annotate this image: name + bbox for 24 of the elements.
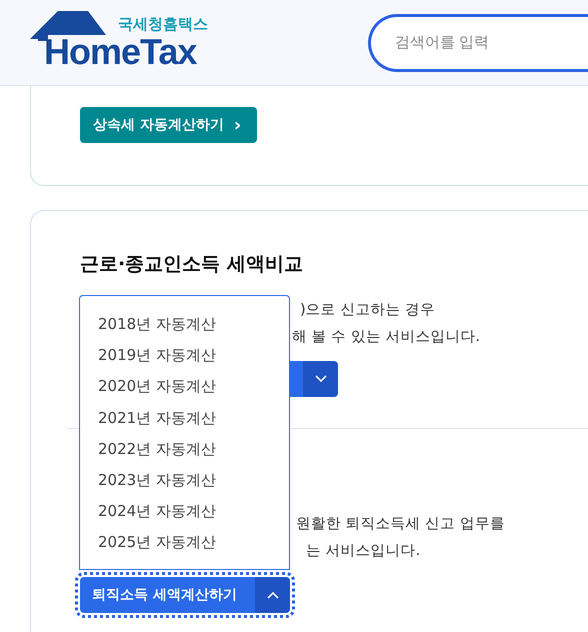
dropdown-item[interactable]: 2022년 자동계산 [80,434,289,465]
description-text: )으로 신고하는 경우 [300,301,435,320]
chevron-down-icon [314,375,326,383]
search-field[interactable]: 검색어를 입력 [368,14,588,72]
section-title: 근로·종교인소득 세액비교 [80,252,304,277]
logo-subtitle: 국세청홈택스 [118,14,208,34]
inheritance-calc-button[interactable]: 상속세 자동계산하기 › [80,107,258,143]
dropdown-toggle[interactable] [303,361,338,397]
description-text: 해 볼 수 있는 서비스입니다. [292,328,480,347]
dropdown-item[interactable]: 2021년 자동계산 [80,402,289,434]
dropdown-item[interactable]: 2023년 자동계산 [80,464,289,496]
retirement-calc-button[interactable]: 퇴직소득 세액계산하기 [80,577,255,613]
dropdown-item[interactable]: 2020년 자동계산 [80,371,289,403]
dropdown-item[interactable]: 2025년 자동계산 [80,527,289,558]
chevron-up-icon [266,591,278,599]
dropdown-toggle[interactable] [255,577,290,613]
description-text: 원활한 퇴직소득세 신고 업무를 [296,515,505,534]
dropdown-item[interactable]: 2024년 자동계산 [80,496,289,528]
dropdown-item[interactable]: 2018년 자동계산 [80,309,289,340]
dropdown-item[interactable]: 2019년 자동계산 [80,340,289,372]
house-roof-icon [30,8,106,40]
chevron-right-icon: › [234,114,242,136]
logo-title: HomeTax [44,30,196,72]
description-text: 는 서비스입니다. [306,542,420,561]
